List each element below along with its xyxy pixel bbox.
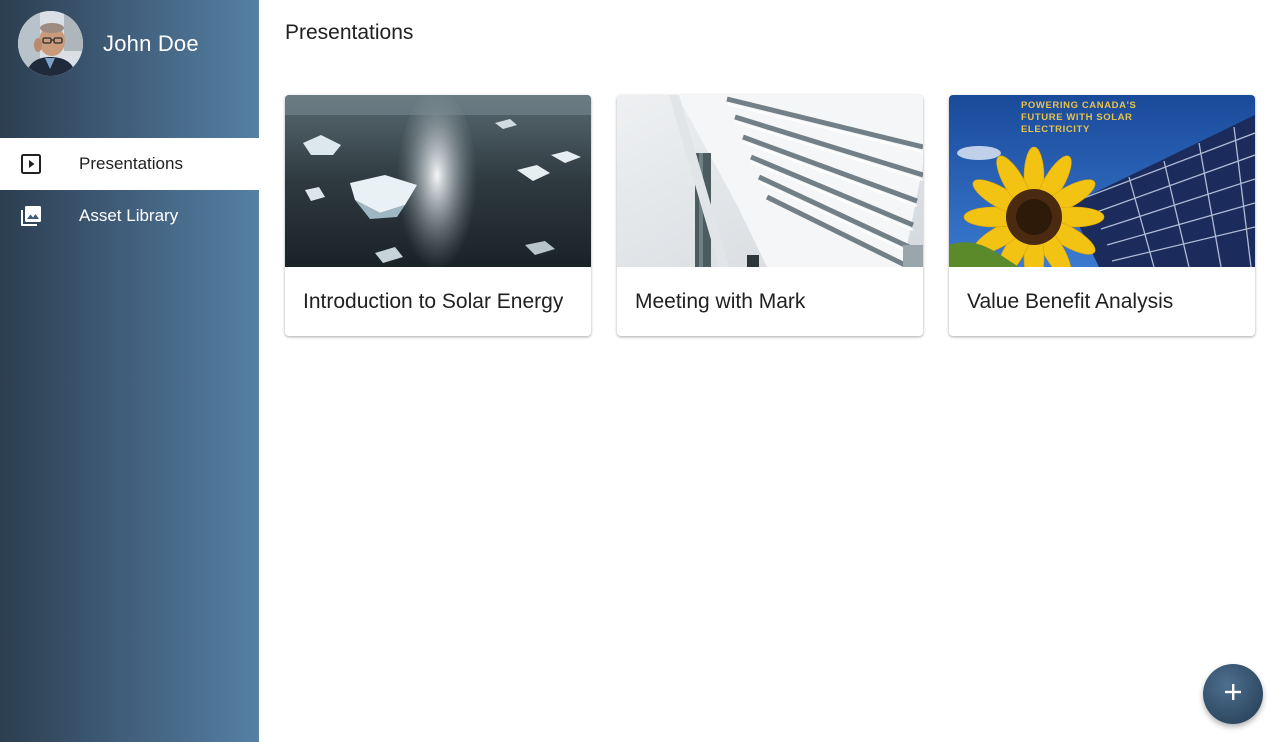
presentation-card-title: Value Benefit Analysis	[967, 289, 1174, 313]
svg-text:POWERING CANADA'S: POWERING CANADA'S	[1021, 100, 1136, 111]
sunflower-solar-panels-thumbnail: POWERING CANADA'S FUTURE WITH SOLAR ELEC…	[949, 95, 1255, 267]
photo-library-icon	[19, 204, 43, 228]
user-name: John Doe	[103, 30, 199, 56]
main-content: Presentations Introduction to Solar Ener…	[259, 0, 1280, 742]
solar-panel-structure-thumbnail	[617, 95, 923, 267]
slideshow-icon	[19, 152, 43, 176]
presentation-card-title: Meeting with Mark	[635, 289, 806, 313]
page-title: Presentations	[285, 21, 414, 44]
svg-text:FUTURE WITH SOLAR: FUTURE WITH SOLAR	[1021, 112, 1133, 123]
presentation-card[interactable]: Meeting with Mark	[617, 95, 923, 336]
user-profile: John Doe	[18, 11, 199, 76]
add-presentation-button[interactable]	[1203, 664, 1263, 724]
plus-icon	[1223, 682, 1243, 707]
sidebar-item-label: Asset Library	[79, 206, 179, 225]
presentation-list: Introduction to Solar Energy Meeting wit…	[285, 95, 1255, 336]
presentation-card[interactable]: Introduction to Solar Energy	[285, 95, 591, 336]
sidebar: John Doe Presentations Asset Library	[0, 0, 259, 742]
sidebar-item-asset-library[interactable]: Asset Library	[0, 190, 259, 242]
sidebar-nav: Presentations Asset Library	[0, 138, 259, 242]
sidebar-item-label: Presentations	[79, 154, 183, 173]
presentation-card[interactable]: POWERING CANADA'S FUTURE WITH SOLAR ELEC…	[949, 95, 1255, 336]
arctic-ice-sea-thumbnail	[285, 95, 591, 267]
avatar[interactable]	[18, 11, 83, 76]
svg-text:ELECTRICITY: ELECTRICITY	[1021, 124, 1090, 135]
sidebar-item-presentations[interactable]: Presentations	[0, 138, 259, 190]
presentation-card-title: Introduction to Solar Energy	[303, 289, 564, 313]
